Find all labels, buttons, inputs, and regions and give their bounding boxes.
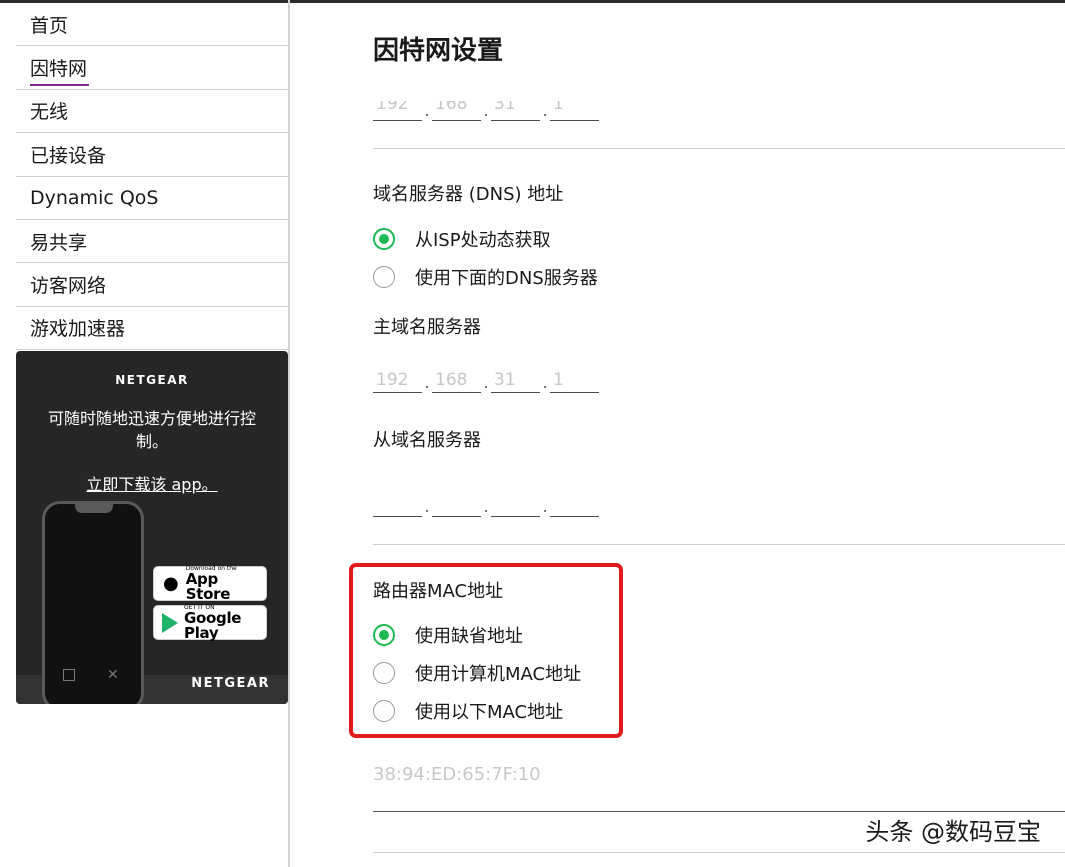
app-store-button[interactable]: ● Download on the App Store (153, 565, 267, 603)
sidebar-item-wireless[interactable]: 无线 (16, 90, 288, 134)
secondary-dns-octet-2[interactable] (432, 491, 481, 517)
ip-octet-1[interactable]: 192 (373, 101, 422, 121)
promo-text: 可随时随地迅速方便地进行控制。 (47, 409, 256, 451)
secondary-dns-input: . . . (373, 491, 599, 517)
ip-dot: . (483, 497, 489, 516)
radio-label: 使用下面的DNS服务器 (415, 268, 598, 289)
netgear-logo-bottom: NETGEAR (191, 676, 270, 691)
radio-button[interactable] (373, 266, 395, 288)
ip-dot: . (424, 101, 430, 120)
device-icon (63, 669, 75, 681)
ip-dot: . (424, 373, 430, 392)
sidebar-item-internet[interactable]: 因特网 (16, 46, 288, 90)
sidebar-item-readyshare[interactable]: 易共享 (16, 220, 288, 264)
ip-dot: . (483, 101, 489, 120)
sidebar-item-label: 因特网 (30, 54, 90, 87)
sidebar-item-label: 无线 (30, 101, 69, 124)
secondary-dns-octet-1[interactable] (373, 491, 422, 517)
ip-dot: . (542, 373, 548, 392)
download-app-link[interactable]: 立即下载该 app。 (16, 471, 288, 495)
sidebar-item-home[interactable]: 首页 (16, 3, 288, 47)
ip-octet-3[interactable]: 31 (491, 101, 540, 121)
ip-dot: . (483, 373, 489, 392)
sidebar-item-label: Dynamic QoS (30, 186, 159, 209)
sidebar-item-label: 游戏加速器 (30, 318, 126, 341)
secondary-dns-octet-3[interactable] (491, 491, 540, 517)
ip-octet-4[interactable]: 1 (550, 101, 599, 121)
google-play-button[interactable]: GET IT ON Google Play (153, 604, 267, 642)
secondary-dns-octet-4[interactable] (550, 491, 599, 517)
app-store-label: App Store (185, 569, 231, 603)
primary-dns-input: 192 . 168 . 31 . 1 (373, 367, 599, 393)
sidebar-item-guest-network[interactable]: 访客网络 (16, 263, 288, 307)
page-title: 因特网设置 (373, 36, 504, 66)
dns-option-manual[interactable]: 使用下面的DNS服务器 (373, 264, 598, 290)
secondary-dns-label: 从域名服务器 (373, 430, 481, 451)
section-divider (373, 544, 1065, 545)
radio-button-checked[interactable] (373, 228, 395, 250)
sidebar-item-dynamic-qos[interactable]: Dynamic QoS (16, 177, 288, 220)
ip-address-input: 192 . 168 . 31 . 1 (373, 101, 599, 121)
phone-image: ✕ (42, 501, 144, 704)
primary-dns-label: 主域名服务器 (373, 317, 481, 338)
mac-address-input[interactable]: 38:94:ED:65:7F:10 (373, 764, 541, 785)
sidebar-item-label: 易共享 (30, 231, 88, 254)
primary-dns-octet-3[interactable]: 31 (491, 367, 540, 393)
close-icon: ✕ (107, 667, 119, 683)
sidebar-nav: 首页 因特网 无线 已接设备 Dynamic QoS 易共享 访客网络 游戏加速… (16, 3, 288, 351)
section-divider (373, 852, 1065, 853)
sidebar-item-label: 首页 (30, 14, 69, 37)
apple-icon: ● (163, 573, 179, 594)
section-divider (373, 148, 1065, 149)
radio-label: 从ISP处动态获取 (415, 230, 551, 251)
primary-dns-octet-4[interactable]: 1 (550, 367, 599, 393)
ip-dot: . (424, 497, 430, 516)
ip-dot: . (542, 497, 548, 516)
sidebar-item-label: 已接设备 (30, 144, 107, 167)
highlight-box (349, 563, 623, 738)
sidebar-item-attached-devices[interactable]: 已接设备 (16, 133, 288, 177)
ip-octet-2[interactable]: 168 (432, 101, 481, 121)
google-play-icon (162, 612, 178, 633)
watermark: 头条 @数码豆宝 (865, 818, 1041, 846)
app-promo-panel: NETGEAR 可随时随地迅速方便地进行控制。 立即下载该 app。 ✕ ● D… (16, 351, 288, 704)
primary-dns-octet-1[interactable]: 192 (373, 367, 422, 393)
google-play-label: Google Play (184, 608, 242, 642)
ip-dot: . (542, 101, 548, 120)
sidebar-item-label: 访客网络 (30, 275, 107, 298)
phone-notch (75, 504, 113, 513)
primary-dns-octet-2[interactable]: 168 (432, 367, 481, 393)
sidebar-item-game-accelerator[interactable]: 游戏加速器 (16, 307, 288, 351)
dns-section-label: 域名服务器 (DNS) 地址 (373, 184, 564, 205)
netgear-logo: NETGEAR (115, 373, 189, 387)
dns-option-dynamic[interactable]: 从ISP处动态获取 (373, 226, 551, 252)
sidebar-divider (288, 0, 290, 867)
